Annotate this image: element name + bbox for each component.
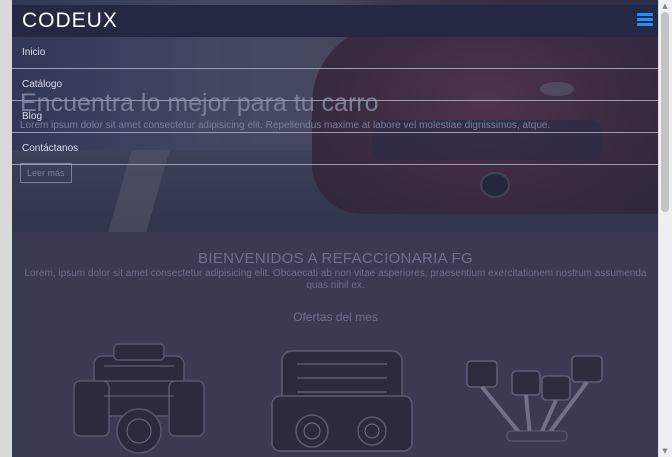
scroll-down-icon[interactable]: ▼ bbox=[661, 447, 669, 455]
scrollbar-thumb[interactable] bbox=[661, 12, 669, 212]
hamburger-bar bbox=[637, 23, 653, 26]
offers-title: Ofertas del mes bbox=[293, 310, 378, 324]
top-navbar: CODEUX bbox=[12, 5, 659, 37]
hamburger-icon[interactable] bbox=[637, 13, 653, 27]
dropdown-menu: Inicio Catálogo Blog Contáctanos bbox=[12, 37, 659, 165]
menu-item-contactanos[interactable]: Contáctanos bbox=[12, 133, 659, 165]
engine-block-icon bbox=[271, 350, 413, 452]
vertical-scrollbar[interactable]: ▲ ▼ bbox=[658, 0, 672, 457]
product-v8-engine[interactable] bbox=[54, 336, 224, 457]
welcome-title: BIENVENIDOS A REFACCIONARIA FG bbox=[198, 250, 473, 267]
product-pistons[interactable] bbox=[452, 336, 617, 457]
v8-engine-icon bbox=[73, 343, 205, 454]
menu-item-blog[interactable]: Blog bbox=[12, 101, 659, 133]
welcome-section: BIENVENIDOS A REFACCIONARIA FG Lorem, ip… bbox=[12, 232, 659, 457]
browser-viewport: Encuentra lo mejor para tu carro Lorem i… bbox=[12, 0, 659, 457]
scroll-up-icon[interactable]: ▲ bbox=[661, 2, 669, 10]
hamburger-bar bbox=[637, 18, 653, 21]
product-engine-block[interactable] bbox=[257, 336, 427, 457]
read-more-button[interactable]: Leer más bbox=[20, 163, 72, 183]
brand-logo[interactable]: CODEUX bbox=[22, 8, 118, 34]
menu-item-inicio[interactable]: Inicio bbox=[12, 37, 659, 69]
menu-item-catalogo[interactable]: Catálogo bbox=[12, 69, 659, 101]
pistons-icon bbox=[466, 355, 603, 442]
hamburger-bar bbox=[637, 13, 653, 16]
welcome-paragraph: Lorem, ipsum dolor sit amet consectetur … bbox=[24, 268, 647, 291]
